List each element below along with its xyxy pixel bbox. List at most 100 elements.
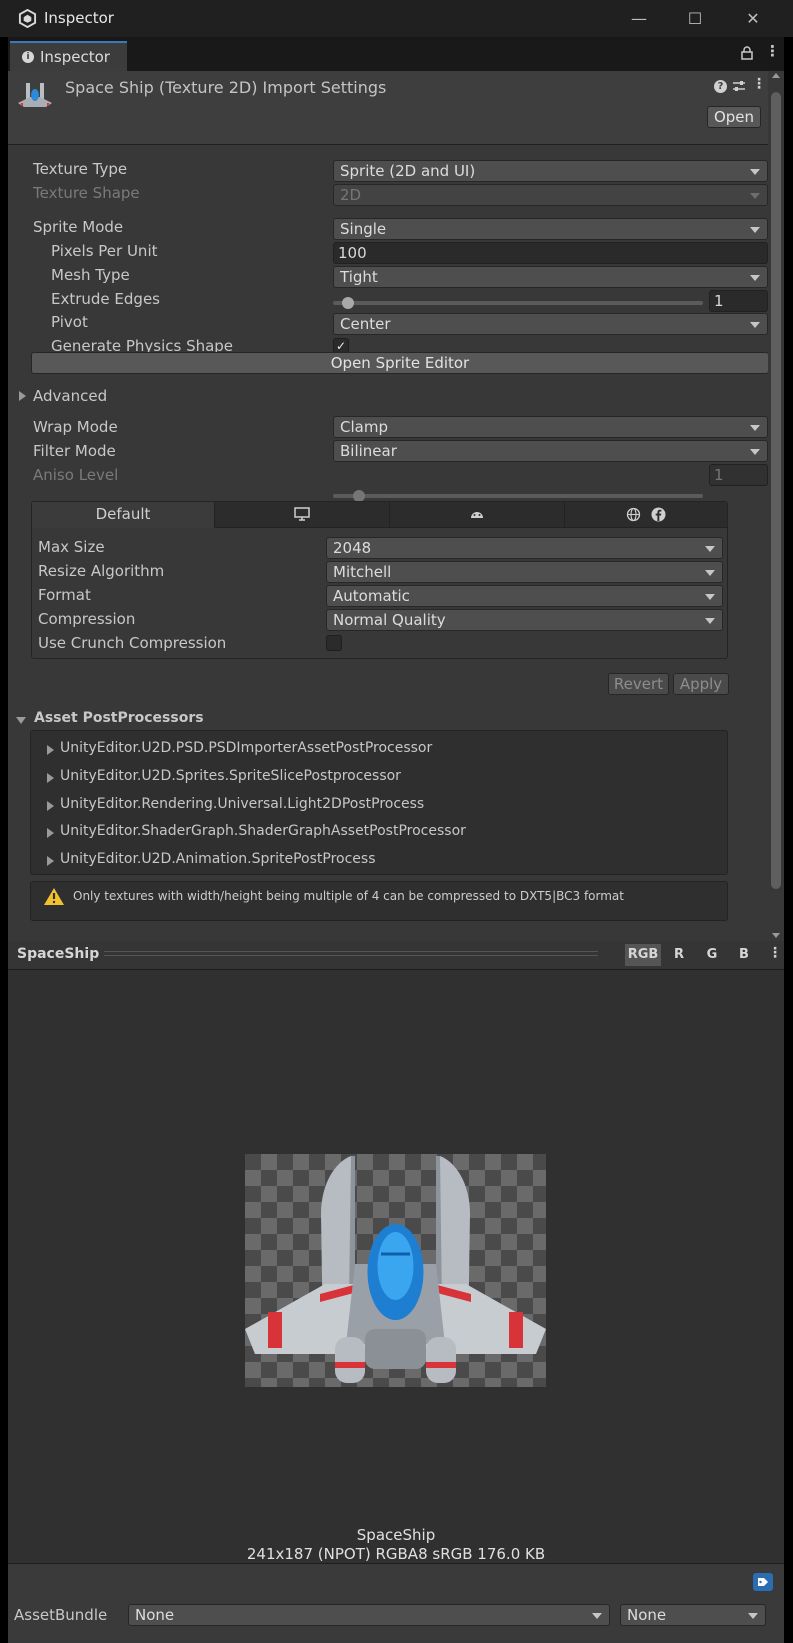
- info-icon: i: [22, 51, 34, 63]
- preview-menu-icon[interactable]: ⋮: [768, 945, 782, 961]
- label-tag-icon[interactable]: [753, 1573, 773, 1591]
- channel-r-button[interactable]: R: [664, 944, 694, 966]
- tab-inspector[interactable]: i Inspector: [10, 41, 127, 71]
- channel-rgb-button[interactable]: RGB: [625, 944, 661, 966]
- inspector-body[interactable]: Texture Type Sprite (2D and UI) Texture …: [8, 145, 768, 941]
- aniso-level-slider: [333, 494, 703, 498]
- tab-menu-icon[interactable]: ⋮: [765, 42, 780, 60]
- extrude-edges-slider[interactable]: [333, 301, 703, 305]
- sprite-mode-value: Single: [340, 220, 387, 238]
- tab-webgl[interactable]: [565, 502, 727, 528]
- facebook-icon: [651, 507, 666, 522]
- compression-value: Normal Quality: [333, 611, 446, 629]
- mesh-type-label: Mesh Type: [51, 266, 130, 284]
- maximize-button[interactable]: ☐: [672, 4, 718, 34]
- asset-postprocessors-foldout[interactable]: Asset PostProcessors: [34, 710, 204, 726]
- spaceship-sprite: [245, 1156, 546, 1383]
- compression-dropdown[interactable]: Normal Quality: [326, 609, 723, 631]
- asset-bundle-label: AssetBundle: [14, 1606, 108, 1624]
- android-icon: [471, 512, 483, 518]
- format-value: Automatic: [333, 587, 410, 605]
- texture-shape-dropdown: 2D: [333, 184, 768, 206]
- list-item-label: UnityEditor.U2D.Animation.SpritePostProc…: [60, 851, 376, 867]
- format-label: Format: [38, 586, 91, 604]
- scroll-down-icon[interactable]: [772, 933, 780, 938]
- unity-logo-icon: [18, 9, 37, 28]
- tab-default[interactable]: Default: [32, 502, 215, 528]
- channel-g-button[interactable]: G: [697, 944, 727, 966]
- apply-button[interactable]: Apply: [673, 673, 729, 695]
- web-icon: [626, 507, 640, 522]
- checkmark-icon: ✓: [335, 339, 347, 353]
- asset-bundle-name-dropdown[interactable]: None: [128, 1604, 610, 1626]
- extrude-edges-input[interactable]: 1: [709, 290, 768, 312]
- use-crunch-label: Use Crunch Compression: [38, 634, 227, 652]
- resize-algorithm-label: Resize Algorithm: [38, 562, 165, 580]
- list-item-label: UnityEditor.U2D.PSD.PSDImporterAssetPost…: [60, 740, 433, 756]
- max-size-value: 2048: [333, 539, 372, 557]
- chevron-down-icon: [750, 227, 760, 233]
- extrude-edges-label: Extrude Edges: [51, 290, 160, 308]
- pixels-per-unit-input[interactable]: 100: [333, 242, 768, 264]
- sprite-mode-label: Sprite Mode: [33, 218, 124, 236]
- help-icon[interactable]: ?: [714, 80, 727, 93]
- chevron-down-icon: [750, 425, 760, 431]
- asset-bundle-variant-value: None: [627, 1606, 667, 1624]
- preset-icon[interactable]: [732, 79, 746, 93]
- pivot-dropdown[interactable]: Center: [333, 313, 768, 335]
- advanced-foldout[interactable]: Advanced: [33, 387, 107, 405]
- close-button[interactable]: ✕: [730, 4, 776, 34]
- chevron-down-icon: [748, 1613, 758, 1619]
- max-size-label: Max Size: [38, 538, 105, 556]
- lock-icon[interactable]: [741, 46, 753, 60]
- postprocessor-list: UnityEditor.U2D.PSD.PSDImporterAssetPost…: [30, 730, 728, 875]
- chevron-down-icon: [705, 618, 715, 624]
- wrap-mode-label: Wrap Mode: [33, 418, 118, 436]
- minimize-button[interactable]: —: [616, 4, 662, 34]
- sprite-mode-dropdown[interactable]: Single: [333, 218, 768, 240]
- wrap-mode-value: Clamp: [340, 418, 388, 436]
- compression-label: Compression: [38, 610, 136, 628]
- texture-shape-value: 2D: [340, 186, 362, 204]
- wrap-mode-dropdown[interactable]: Clamp: [333, 416, 768, 438]
- header-menu-icon[interactable]: ⋮: [752, 76, 766, 92]
- foldout-arrow-icon[interactable]: [19, 391, 26, 401]
- use-crunch-checkbox[interactable]: [326, 635, 342, 651]
- aniso-level-label: Aniso Level: [33, 466, 119, 484]
- foldout-arrow-icon: [47, 801, 54, 811]
- mesh-type-dropdown[interactable]: Tight: [333, 266, 768, 288]
- tab-label: Inspector: [40, 48, 110, 66]
- asset-bundle-variant-dropdown[interactable]: None: [620, 1604, 766, 1626]
- foldout-arrow-icon[interactable]: [16, 717, 26, 724]
- open-button[interactable]: Open: [707, 106, 761, 128]
- texture-type-label: Texture Type: [33, 160, 128, 178]
- preview-caption-name: SpaceShip: [356, 1526, 436, 1544]
- foldout-arrow-icon: [47, 773, 54, 783]
- scrollbar-thumb[interactable]: [771, 92, 781, 889]
- chevron-down-icon: [750, 449, 760, 455]
- channel-b-button[interactable]: B: [729, 944, 759, 966]
- filter-mode-value: Bilinear: [340, 442, 397, 460]
- preview-caption-info: 241x187 (NPOT) RGBA8 sRGB 176.0 KB: [246, 1545, 546, 1563]
- chevron-down-icon: [750, 193, 760, 199]
- pivot-label: Pivot: [51, 313, 88, 331]
- filter-mode-dropdown[interactable]: Bilinear: [333, 440, 768, 462]
- scroll-up-icon[interactable]: [772, 73, 780, 78]
- texture-type-value: Sprite (2D and UI): [340, 162, 476, 180]
- warning-text: Only textures with width/height being mu…: [73, 889, 624, 903]
- compression-warning: Only textures with width/height being mu…: [30, 881, 728, 921]
- tab-standalone[interactable]: [215, 502, 390, 528]
- open-sprite-editor-button[interactable]: Open Sprite Editor: [31, 352, 768, 374]
- tab-android[interactable]: [390, 502, 565, 528]
- texture-type-dropdown[interactable]: Sprite (2D and UI): [333, 160, 768, 182]
- max-size-dropdown[interactable]: 2048: [326, 537, 723, 559]
- format-dropdown[interactable]: Automatic: [326, 585, 723, 607]
- preview-resize-handle[interactable]: [104, 951, 598, 956]
- extrude-edges-slider-thumb[interactable]: [342, 297, 355, 309]
- aniso-level-input: 1: [709, 464, 768, 486]
- revert-button[interactable]: Revert: [608, 673, 669, 695]
- chevron-down-icon: [705, 570, 715, 576]
- texture-preview-image: [245, 1154, 546, 1387]
- chevron-down-icon: [592, 1613, 602, 1619]
- resize-algorithm-dropdown[interactable]: Mitchell: [326, 561, 723, 583]
